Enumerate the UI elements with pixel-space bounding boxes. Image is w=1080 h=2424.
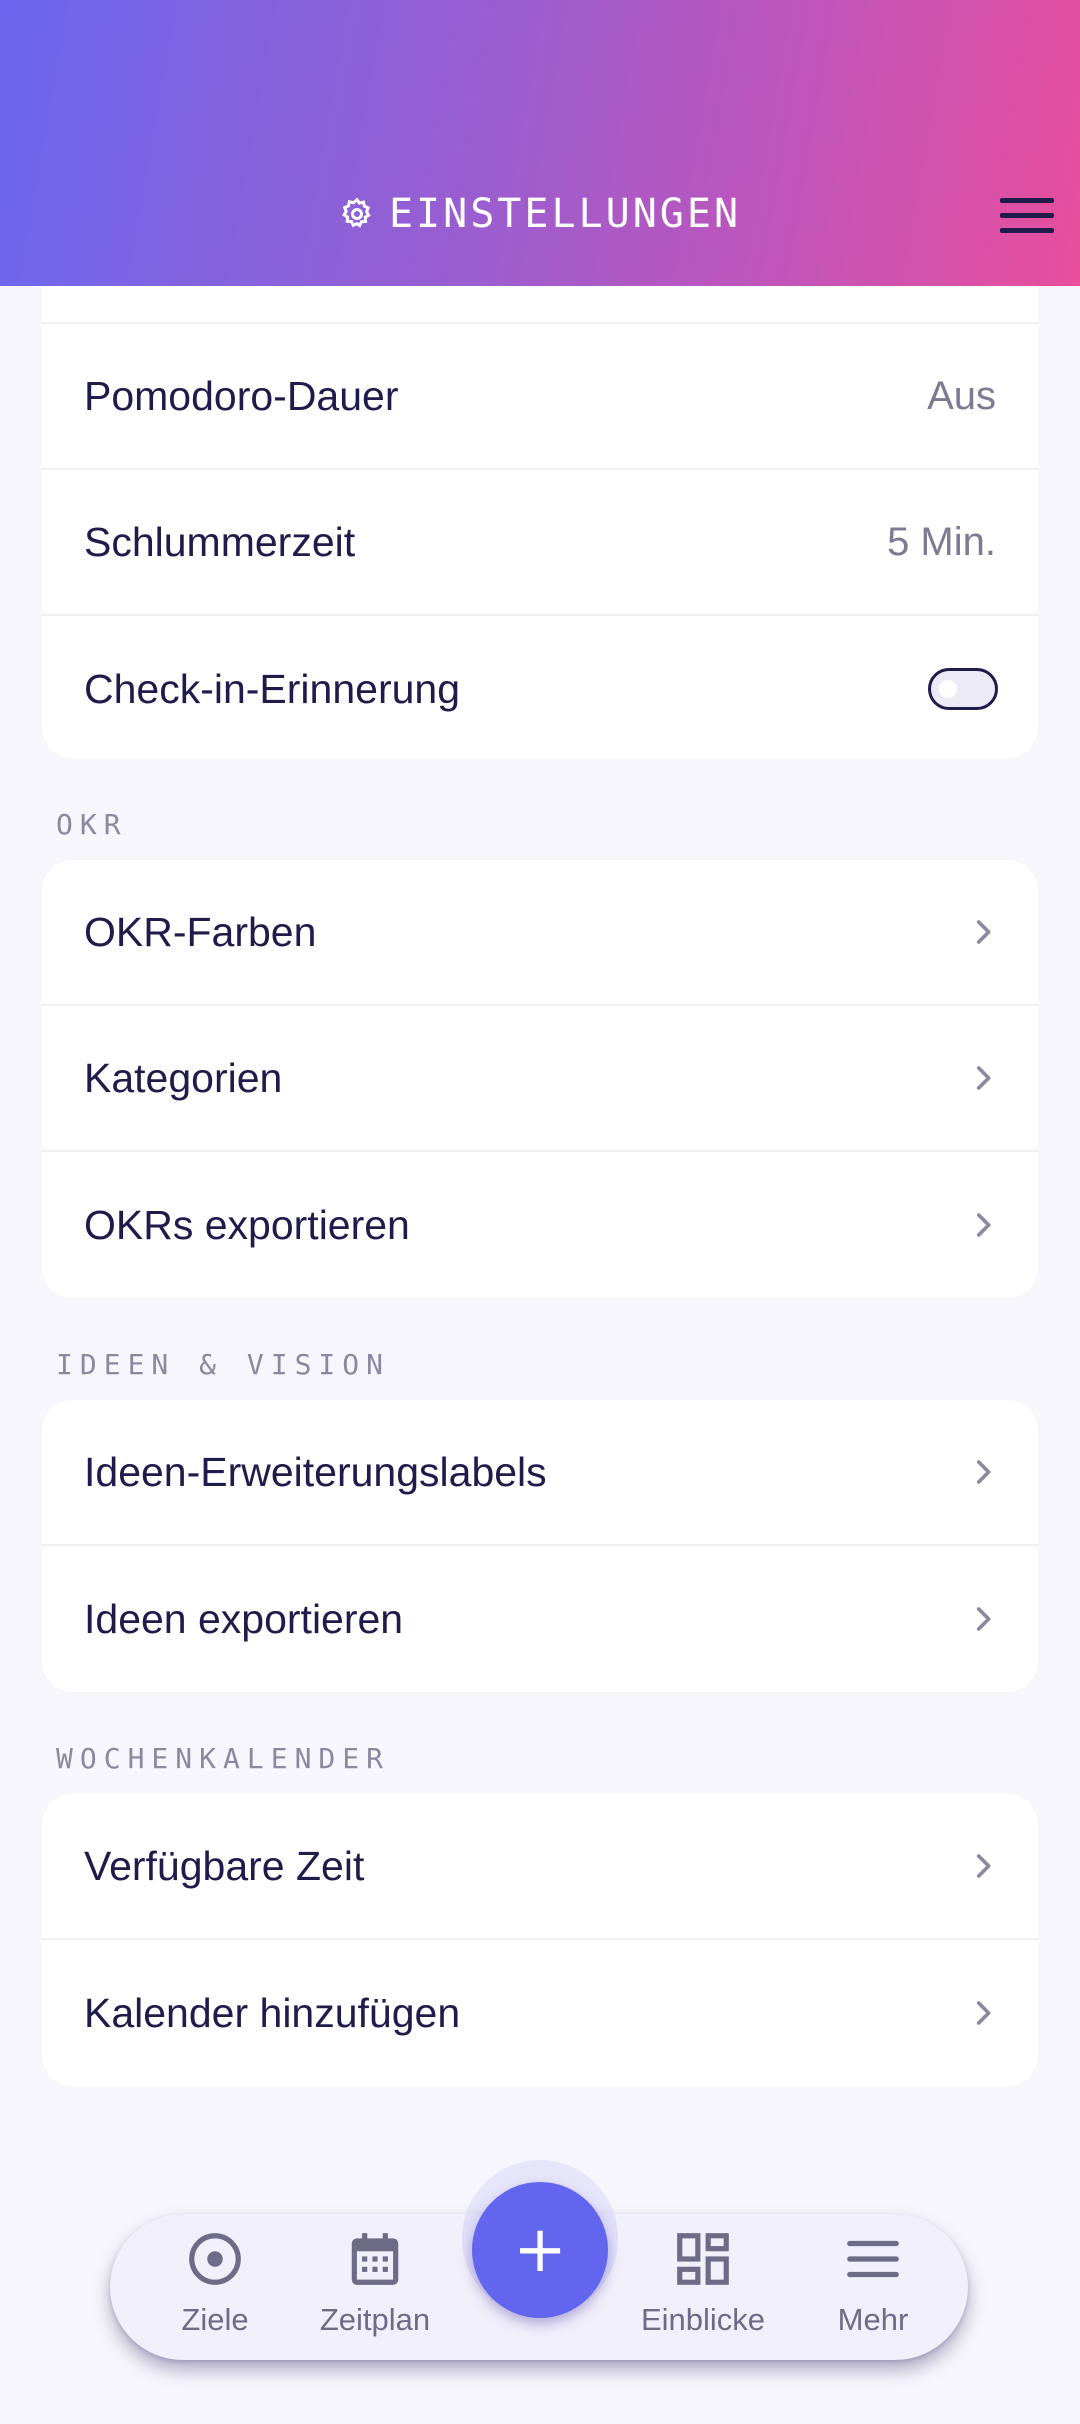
gear-icon: [341, 197, 371, 228]
checkin-reminder-toggle[interactable]: [928, 668, 998, 710]
categories-row[interactable]: Kategorien: [42, 1006, 1038, 1152]
row-label: Schlummerzeit: [84, 518, 356, 565]
nav-item-more[interactable]: Mehr: [798, 2228, 948, 2338]
section-label-okr: OKR: [56, 808, 128, 841]
export-okrs-row[interactable]: OKRs exportieren: [42, 1152, 1038, 1298]
calendar-icon: [351, 2233, 399, 2285]
page-title: EINSTELLUNGEN: [0, 186, 1080, 242]
row-value: Aus: [927, 373, 996, 418]
add-calendar-row[interactable]: Kalender hinzufügen: [42, 1940, 1038, 2086]
row-label: Pomodoro-Dauer: [84, 372, 399, 419]
dashboard-icon: [677, 2233, 729, 2285]
week-calendar-card: Verfügbare Zeit Kalender hinzufügen: [42, 1794, 1038, 2086]
nav-item-insights[interactable]: Einblicke: [628, 2228, 778, 2338]
okr-colors-row[interactable]: OKR-Farben: [42, 860, 1038, 1006]
row-label: Kalender hinzufügen: [84, 1989, 461, 2036]
ideas-card: Ideen-Erweiterungslabels Ideen exportier…: [42, 1400, 1038, 1692]
nav-item-label: Mehr: [837, 2302, 909, 2337]
chevron-right-icon: [976, 1854, 991, 1878]
row-label: Ideen exportieren: [84, 1595, 404, 1642]
pomodoro-duration-row[interactable]: Pomodoro-Dauer Aus: [42, 324, 1038, 470]
add-fab-button[interactable]: +: [472, 2182, 608, 2318]
checkin-reminder-row: Check-in-Erinnerung: [42, 616, 1038, 758]
chevron-right-icon: [976, 1607, 991, 1631]
nav-item-label: Zeitplan: [319, 2302, 431, 2337]
available-time-row[interactable]: Verfügbare Zeit: [42, 1794, 1038, 1940]
nav-item-schedule[interactable]: Zeitplan: [300, 2228, 450, 2338]
hamburger-menu-icon[interactable]: [1000, 190, 1054, 240]
row-value: 5 Min.: [887, 519, 996, 564]
nav-item-label: Ziele: [181, 2302, 249, 2337]
menu-icon: [847, 2240, 899, 2278]
page-title-text: EINSTELLUNGEN: [388, 191, 742, 237]
row-label: OKRs exportieren: [84, 1201, 410, 1248]
snooze-time-row[interactable]: Schlummerzeit 5 Min.: [42, 470, 1038, 616]
section-label-week-calendar: WOCHENKALENDER: [56, 1742, 391, 1775]
plus-icon: +: [513, 2213, 567, 2287]
chevron-right-icon: [976, 1066, 991, 1090]
row-label: Verfügbare Zeit: [84, 1842, 365, 1889]
chevron-right-icon: [976, 1460, 991, 1484]
row-label: OKR-Farben: [84, 908, 317, 955]
target-icon: [189, 2233, 241, 2285]
section-label-ideas: IDEEN & VISION: [56, 1348, 391, 1381]
general-settings-card: Pomodoro-Dauer Aus Schlummerzeit 5 Min. …: [42, 242, 1038, 758]
nav-item-label: Einblicke: [640, 2302, 766, 2337]
export-ideas-row[interactable]: Ideen exportieren: [42, 1546, 1038, 1692]
idea-extension-labels-row[interactable]: Ideen-Erweiterungslabels: [42, 1400, 1038, 1546]
okr-card: OKR-Farben Kategorien OKRs exportieren: [42, 860, 1038, 1298]
row-label: Kategorien: [84, 1054, 283, 1101]
row-label: Check-in-Erinnerung: [84, 665, 461, 712]
app-header: EINSTELLUNGEN: [0, 0, 1080, 286]
chevron-right-icon: [976, 920, 991, 944]
row-label: Ideen-Erweiterungslabels: [84, 1448, 547, 1495]
chevron-right-icon: [976, 2001, 991, 2025]
nav-item-goals[interactable]: Ziele: [140, 2228, 290, 2338]
chevron-right-icon: [976, 1213, 991, 1237]
